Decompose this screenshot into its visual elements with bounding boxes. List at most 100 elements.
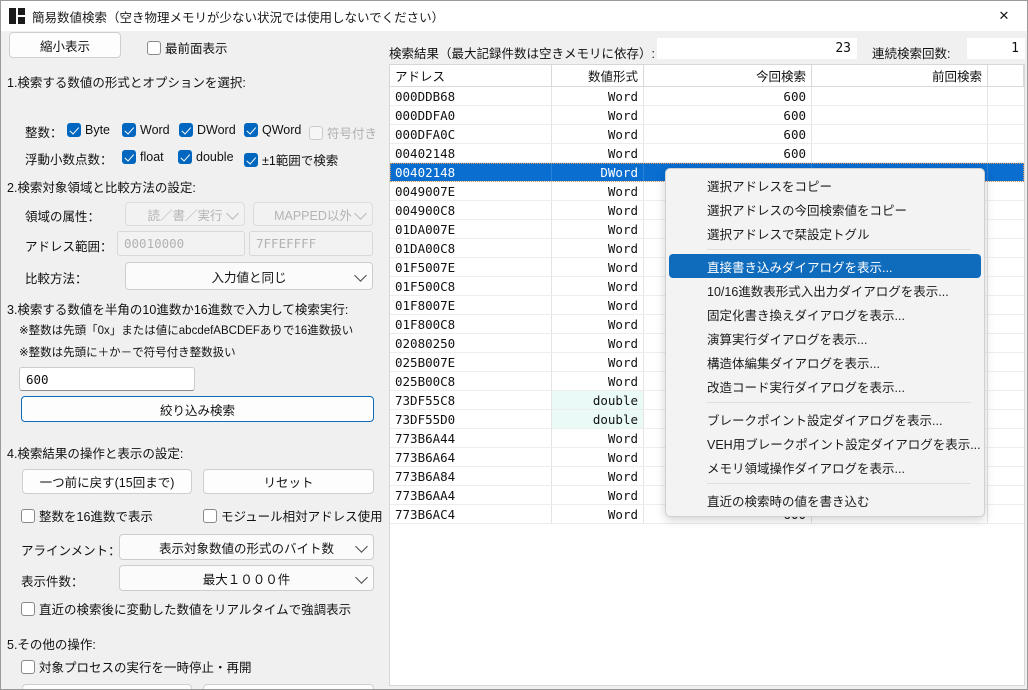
- cell-type: DWord: [552, 163, 644, 181]
- cell-type: Word: [552, 372, 644, 390]
- alignment-select[interactable]: 表示対象数値の形式のバイト数: [119, 534, 374, 560]
- option-plusminus-range[interactable]: ±1範囲で検索: [244, 150, 338, 169]
- module-relative-checkbox-box[interactable]: [203, 508, 217, 523]
- topmost-label: 最前面表示: [165, 42, 228, 56]
- compare-method-value: 入力値と同じ: [211, 270, 287, 285]
- context-menu-item[interactable]: VEH用ブレークポイント設定ダイアログを表示...: [669, 431, 981, 455]
- option-float[interactable]: float: [122, 150, 164, 164]
- cell-address: 0049007E: [390, 182, 552, 200]
- option-word[interactable]: Word: [122, 123, 170, 137]
- cell-address: 00402148: [390, 163, 552, 181]
- module-relative-checkbox[interactable]: モジュール相対アドレス使用: [203, 506, 383, 525]
- option-byte[interactable]: Byte: [67, 123, 110, 137]
- save-settings-button[interactable]: 上の設定を保存: [22, 684, 192, 689]
- table-row[interactable]: 000DFA0C Word 600: [390, 125, 1024, 144]
- option-qword-box[interactable]: [244, 123, 258, 137]
- compare-method-select[interactable]: 入力値と同じ: [125, 262, 373, 290]
- compare-label: 比較方法：: [25, 272, 88, 286]
- realtime-highlight-label: 直近の検索後に変動した数値をリアルタイムで強調表示: [39, 603, 352, 617]
- cell-spacer: [988, 125, 1024, 143]
- option-byte-box[interactable]: [67, 123, 81, 137]
- cell-type: Word: [552, 125, 644, 143]
- cell-type: Word: [552, 429, 644, 447]
- region-mapped-value: MAPPED以外: [274, 208, 352, 223]
- option-plusminus-range-box[interactable]: [244, 152, 258, 167]
- region-attr-label: 領域の属性：: [25, 210, 101, 224]
- hex-display-checkbox-box[interactable]: [21, 508, 35, 523]
- cell-type: Word: [552, 220, 644, 238]
- section4-title: 4.検索結果の操作と表示の設定:: [7, 447, 184, 461]
- alignment-label: アラインメント：: [21, 544, 121, 558]
- range-search-button[interactable]: 範囲検索: [203, 684, 374, 689]
- realtime-highlight-checkbox[interactable]: 直近の検索後に変動した数値をリアルタイムで強調表示: [21, 599, 351, 618]
- pause-resume-checkbox[interactable]: 対象プロセスの実行を一時停止・再開: [21, 657, 252, 676]
- option-double[interactable]: double: [178, 150, 234, 164]
- context-menu-item[interactable]: 選択アドレスをコピー: [669, 173, 981, 197]
- cell-type: Word: [552, 296, 644, 314]
- column-header-previous[interactable]: 前回検索: [812, 65, 988, 86]
- cell-spacer: [988, 353, 1024, 371]
- result-count-field: 23: [657, 38, 857, 59]
- cell-address: 025B007E: [390, 353, 552, 371]
- menu-separator: [707, 249, 971, 250]
- option-double-box[interactable]: [178, 150, 192, 164]
- table-row[interactable]: 000DDB68 Word 600: [390, 87, 1024, 106]
- integer-label: 整数：: [25, 126, 63, 140]
- window-title: 簡易数値検索（空き物理メモリが少ない状況では使用しないでください）: [32, 10, 445, 25]
- context-menu-item[interactable]: 直接書き込みダイアログを表示...: [669, 254, 981, 278]
- context-menu[interactable]: 選択アドレスをコピー 選択アドレスの今回検索値をコピー 選択アドレスで栞設定トグル直…: [665, 168, 985, 517]
- hex-display-checkbox[interactable]: 整数を16進数で表示: [21, 506, 153, 525]
- column-header-current[interactable]: 今回検索: [644, 65, 812, 86]
- undo-button[interactable]: 一つ前に戻す(15回まで): [22, 469, 192, 494]
- address-range-label: アドレス範囲：: [25, 240, 113, 254]
- option-qword[interactable]: QWord: [244, 123, 301, 137]
- context-menu-item[interactable]: 演算実行ダイアログを表示...: [669, 326, 981, 350]
- cell-type: Word: [552, 239, 644, 257]
- realtime-highlight-checkbox-box[interactable]: [21, 601, 35, 616]
- chevron-down-icon: [355, 540, 368, 553]
- option-dword[interactable]: DWord: [179, 123, 236, 137]
- cell-spacer: [988, 201, 1024, 219]
- column-header-type[interactable]: 数値形式: [552, 65, 644, 86]
- context-menu-item[interactable]: 改造コード実行ダイアログを表示...: [669, 374, 981, 398]
- cell-spacer: [988, 106, 1024, 124]
- table-header-row: アドレス 数値形式 今回検索 前回検索: [390, 65, 1024, 87]
- pause-resume-checkbox-box[interactable]: [21, 659, 35, 674]
- option-word-box[interactable]: [122, 123, 136, 137]
- option-dword-label: DWord: [197, 123, 236, 137]
- column-header-address[interactable]: アドレス: [390, 65, 552, 86]
- table-row[interactable]: 00402148 Word 600: [390, 144, 1024, 163]
- float-label: 浮動小数点数：: [25, 153, 113, 167]
- cell-spacer: [988, 391, 1024, 409]
- cell-spacer: [988, 87, 1024, 105]
- shrink-view-button[interactable]: 縮小表示: [9, 32, 121, 58]
- cell-type: Word: [552, 144, 644, 162]
- context-menu-item[interactable]: 選択アドレスの今回検索値をコピー: [669, 197, 981, 221]
- column-header-spacer: [988, 65, 1024, 86]
- close-icon[interactable]: ✕: [981, 1, 1027, 30]
- context-menu-item[interactable]: ブレークポイント設定ダイアログを表示...: [669, 407, 981, 431]
- context-menu-item[interactable]: 構造体編集ダイアログを表示...: [669, 350, 981, 374]
- refine-search-button[interactable]: 絞り込み検索: [21, 396, 374, 422]
- cell-address: 01DA00C8: [390, 239, 552, 257]
- context-menu-item[interactable]: メモリ領域操作ダイアログを表示...: [669, 455, 981, 479]
- reset-button[interactable]: リセット: [203, 469, 374, 494]
- display-count-select[interactable]: 最大１０００件: [119, 565, 374, 591]
- table-row[interactable]: 000DDFA0 Word 600: [390, 106, 1024, 125]
- search-value-input[interactable]: 600: [19, 367, 195, 391]
- hex-display-label: 整数を16進数で表示: [39, 510, 153, 524]
- context-menu-item[interactable]: 選択アドレスで栞設定トグル: [669, 221, 981, 245]
- title-bar: 簡易数値検索（空き物理メモリが少ない状況では使用しないでください） ✕: [1, 1, 1027, 32]
- topmost-checkbox[interactable]: 最前面表示: [147, 38, 228, 57]
- context-menu-item[interactable]: 固定化書き換えダイアログを表示...: [669, 302, 981, 326]
- option-float-label: float: [140, 150, 164, 164]
- context-menu-item[interactable]: 直近の検索時の値を書き込む: [669, 488, 981, 512]
- context-menu-item[interactable]: 10/16進数表形式入出力ダイアログを表示...: [669, 278, 981, 302]
- cell-spacer: [988, 182, 1024, 200]
- option-float-box[interactable]: [122, 150, 136, 164]
- cell-type: Word: [552, 182, 644, 200]
- topmost-checkbox-box[interactable]: [147, 40, 161, 55]
- section3-note1: ※整数は先頭「0x」または値にabcdefABCDEFありで16進数扱い: [19, 325, 354, 337]
- cell-spacer: [988, 372, 1024, 390]
- option-dword-box[interactable]: [179, 123, 193, 137]
